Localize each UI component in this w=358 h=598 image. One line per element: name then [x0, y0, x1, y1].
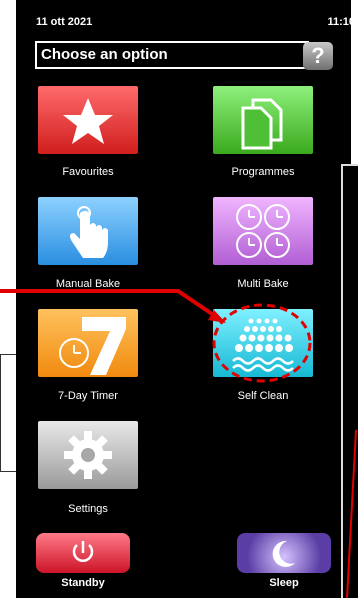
annotation-arrow [0, 289, 220, 320]
annotation-line [346, 429, 357, 598]
annotation-highlight-circle [212, 303, 312, 383]
annotation-overlay [0, 289, 357, 598]
